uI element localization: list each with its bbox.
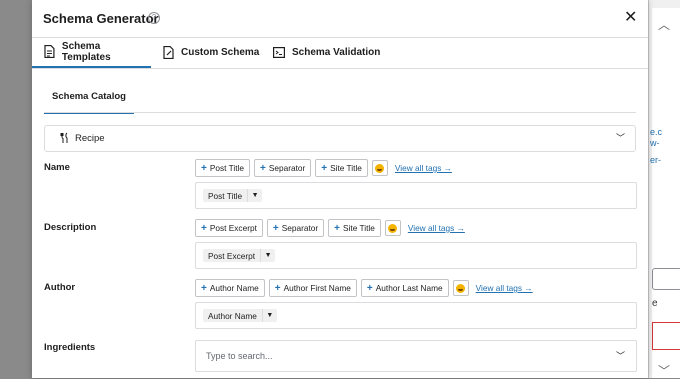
chip-label: Post Title <box>208 190 243 201</box>
document-icon <box>44 45 55 58</box>
recipe-icon <box>60 132 68 143</box>
tab-label: Schema Validation <box>292 46 381 58</box>
background-error-box <box>652 322 680 350</box>
tag-button[interactable]: + Post Excerpt <box>195 219 263 237</box>
chevron-down-icon[interactable]: ▼ <box>247 189 262 202</box>
chevron-down-icon: ﹀ <box>615 133 625 143</box>
view-all-tags-link[interactable]: View all tags → <box>476 283 533 293</box>
custom-doc-icon <box>163 45 174 59</box>
terminal-icon <box>273 46 285 58</box>
value-chip[interactable]: Post Title ▼ <box>203 189 263 202</box>
description-value-field[interactable]: Post Excerpt ▼ <box>195 242 637 269</box>
modal-title: Schema Generator <box>43 11 159 26</box>
chip-label: Post Excerpt <box>208 250 256 261</box>
emoji-icon[interactable] <box>384 220 401 236</box>
tag-row-author: + Author Name + Author First Name + Author … <box>195 279 533 297</box>
tag-button[interactable]: + Separator <box>253 159 312 177</box>
schema-tabs: Schema Templates Custom Schema Schema Va… <box>32 37 648 69</box>
chevron-down-icon[interactable]: ﹀ <box>616 349 625 362</box>
schema-type-value: Recipe <box>75 133 105 144</box>
schema-generator-modal: Schema Generator ? ✕ Schema Templates Cu… <box>32 0 648 378</box>
chevron-down-icon[interactable]: ﹀ <box>658 362 670 379</box>
tag-row-description: + Post Excerpt + Separator + Site Title Vie… <box>195 219 465 237</box>
tag-button[interactable]: + Site Title <box>328 219 381 237</box>
schema-type-select[interactable]: Recipe ﹀ <box>44 125 636 152</box>
chevron-down-icon[interactable]: ▼ <box>261 309 277 322</box>
tab-label: Custom Schema <box>181 46 260 58</box>
view-all-tags-link[interactable]: View all tags → <box>395 163 452 173</box>
background-select[interactable] <box>652 268 680 290</box>
tag-button[interactable]: + Author Last Name <box>360 279 449 297</box>
tab-label: Schema Templates <box>61 40 111 63</box>
tab-schema-catalog[interactable]: Schema Catalog <box>44 85 134 114</box>
tag-button[interactable]: + Separator <box>266 219 325 237</box>
tag-row-name: + Post Title + Separator + Site Title View … <box>195 159 452 177</box>
tag-button[interactable]: + Post Title <box>195 159 250 177</box>
divider <box>44 112 636 113</box>
field-label-author: Author <box>44 282 76 293</box>
help-icon[interactable]: ? <box>148 12 160 24</box>
emoji-icon[interactable] <box>452 280 469 296</box>
ingredients-search-input[interactable]: Type to search... ﹀ <box>195 340 637 372</box>
tab-custom-schema[interactable]: Custom Schema <box>163 37 259 67</box>
value-chip[interactable]: Author Name ▼ <box>203 309 277 322</box>
field-label-ingredients: Ingredients <box>44 342 96 353</box>
search-placeholder: Type to search... <box>206 351 273 361</box>
chevron-up-icon[interactable]: ︿ <box>658 16 670 33</box>
field-label-name: Name <box>44 162 70 173</box>
tag-button[interactable]: + Author Name <box>195 279 265 297</box>
background-link[interactable]: e.c <box>650 127 662 138</box>
background-link[interactable]: w- <box>650 138 660 149</box>
tab-schema-templates[interactable]: Schema Templates <box>32 37 151 68</box>
background-link[interactable]: er- <box>650 155 661 166</box>
close-icon[interactable]: ✕ <box>624 9 637 27</box>
name-value-field[interactable]: Post Title ▼ <box>195 182 637 209</box>
chip-label: Author Name <box>208 310 257 321</box>
value-chip[interactable]: Post Excerpt ▼ <box>203 249 276 262</box>
emoji-icon[interactable] <box>371 160 388 176</box>
tab-schema-validation[interactable]: Schema Validation <box>273 37 380 67</box>
background-text: e <box>652 298 658 309</box>
tag-button[interactable]: + Site Title <box>315 159 368 177</box>
view-all-tags-link[interactable]: View all tags → <box>408 223 465 233</box>
field-label-description: Description <box>44 222 97 233</box>
author-value-field[interactable]: Author Name ▼ <box>195 302 637 329</box>
tag-button[interactable]: + Author First Name <box>268 279 357 297</box>
modal-header: Schema Generator ? ✕ <box>32 0 648 38</box>
chevron-down-icon[interactable]: ▼ <box>260 249 275 262</box>
